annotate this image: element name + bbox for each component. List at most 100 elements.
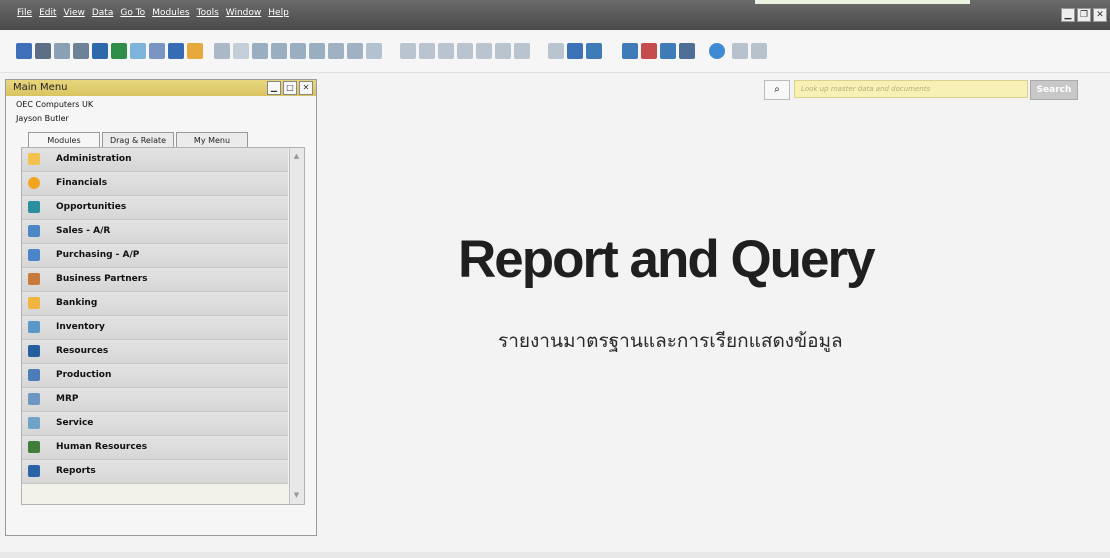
base-document-icon[interactable] (400, 43, 416, 59)
print-icon[interactable] (35, 43, 51, 59)
target-document-icon[interactable] (419, 43, 435, 59)
new-document-icon[interactable] (567, 43, 583, 59)
document-icon[interactable] (130, 43, 146, 59)
edit-document-icon[interactable] (586, 43, 602, 59)
calendar-icon[interactable] (622, 43, 638, 59)
excel-icon[interactable] (111, 43, 127, 59)
gross-profit-icon[interactable] (476, 43, 492, 59)
main-menu-minimize-icon[interactable]: ▁ (267, 81, 281, 95)
module-sales[interactable]: Sales - A/R (22, 220, 288, 244)
save-icon[interactable] (92, 43, 108, 59)
restore-icon[interactable]: ❐ (1077, 8, 1091, 22)
modules-scrollbar[interactable]: ▲ ▼ (289, 148, 304, 504)
page-subheading: รายงานมาตรฐานและการเรียกแสดงข้อมูล (498, 330, 843, 352)
tab-my-menu[interactable]: My Menu (176, 132, 248, 148)
module-mrp[interactable]: MRP (22, 388, 288, 412)
email-icon[interactable] (54, 43, 70, 59)
copy-to-icon[interactable] (457, 43, 473, 59)
module-financials[interactable]: Financials (22, 172, 288, 196)
module-human-resources[interactable]: Human Resources (22, 436, 288, 460)
navigate-icon[interactable] (168, 43, 184, 59)
module-opportunities[interactable]: Opportunities (22, 196, 288, 220)
edit-form-icon[interactable] (548, 43, 564, 59)
reports-icon (28, 465, 40, 477)
previous-record-icon[interactable] (271, 43, 287, 59)
module-label: Resources (56, 346, 109, 356)
menu-view[interactable]: View (64, 8, 85, 18)
transaction-journal-icon[interactable] (495, 43, 511, 59)
module-administration[interactable]: Administration (22, 148, 288, 172)
menu-edit[interactable]: Edit (39, 8, 56, 18)
main-menu-maximize-icon[interactable]: □ (283, 81, 297, 95)
module-label: Reports (56, 466, 96, 476)
tab-drag-relate[interactable]: Drag & Relate (102, 132, 174, 148)
logout-icon[interactable] (751, 43, 767, 59)
status-bar (0, 552, 1110, 558)
settings-icon[interactable] (732, 43, 748, 59)
main-menu-tabs: Modules Drag & Relate My Menu (28, 132, 248, 149)
module-label: Inventory (56, 322, 105, 332)
purchasing-icon (28, 249, 40, 261)
page-heading: Report and Query (458, 230, 876, 289)
scroll-up-icon[interactable]: ▲ (292, 152, 301, 161)
payment-means-icon[interactable] (514, 43, 530, 59)
export-icon[interactable] (73, 43, 89, 59)
user-name: Jayson Butler (16, 114, 69, 123)
module-label: Human Resources (56, 442, 148, 452)
service-icon (28, 417, 40, 429)
help-icon[interactable] (709, 43, 725, 59)
first-record-icon[interactable] (252, 43, 268, 59)
modules-list: Administration Financials Opportunities … (22, 148, 288, 484)
module-banking[interactable]: Banking (22, 292, 288, 316)
refresh-icon[interactable] (328, 43, 344, 59)
module-inventory[interactable]: Inventory (22, 316, 288, 340)
module-label: Sales - A/R (56, 226, 111, 236)
search-button[interactable]: Search (1030, 80, 1078, 100)
module-purchasing[interactable]: Purchasing - A/P (22, 244, 288, 268)
last-record-icon[interactable] (309, 43, 325, 59)
module-label: Purchasing - A/P (56, 250, 140, 260)
search-input[interactable] (794, 80, 1028, 98)
main-toolbar (0, 30, 1110, 73)
scroll-down-icon[interactable]: ▼ (292, 491, 301, 500)
modules-list-container: Administration Financials Opportunities … (21, 147, 305, 505)
main-menu-panel: Main Menu ▁ □ ✕ OEC Computers UK Jayson … (5, 79, 317, 536)
module-label: Production (56, 370, 112, 380)
preview-icon[interactable] (16, 43, 32, 59)
search-scope-dropdown[interactable]: ⌕ (764, 80, 790, 100)
menu-window[interactable]: Window (226, 8, 262, 18)
module-resources[interactable]: Resources (22, 340, 288, 364)
close-icon[interactable]: ✕ (1093, 8, 1107, 22)
filter-icon[interactable] (347, 43, 363, 59)
module-label: Financials (56, 178, 108, 188)
menu-help[interactable]: Help (268, 8, 289, 18)
menu-file[interactable]: File (17, 8, 32, 18)
minimize-icon[interactable]: ▁ (1061, 8, 1075, 22)
sort-icon[interactable] (366, 43, 382, 59)
menu-goto[interactable]: Go To (120, 8, 145, 18)
module-label: Service (56, 418, 94, 428)
calculator-icon[interactable] (660, 43, 676, 59)
resources-icon (28, 345, 40, 357)
menu-modules[interactable]: Modules (152, 8, 189, 18)
find-icon[interactable] (214, 43, 230, 59)
main-menu-titlebar[interactable]: Main Menu ▁ □ ✕ (6, 80, 316, 96)
main-menu-window-controls: ▁ □ ✕ (267, 81, 313, 95)
add-icon[interactable] (233, 43, 249, 59)
module-production[interactable]: Production (22, 364, 288, 388)
module-business-partners[interactable]: Business Partners (22, 268, 288, 292)
lock-icon[interactable] (187, 43, 203, 59)
menu-data[interactable]: Data (92, 8, 114, 18)
company-name: OEC Computers UK (16, 100, 94, 109)
module-reports[interactable]: Reports (22, 460, 288, 484)
menu-tools[interactable]: Tools (197, 8, 219, 18)
messages-icon[interactable] (641, 43, 657, 59)
organization-icon[interactable] (679, 43, 695, 59)
copy-from-icon[interactable] (438, 43, 454, 59)
business-partners-icon (28, 273, 40, 285)
window-controls: ▁ ❐ ✕ (1061, 8, 1107, 22)
main-menu-close-icon[interactable]: ✕ (299, 81, 313, 95)
next-record-icon[interactable] (290, 43, 306, 59)
pdf-icon[interactable] (149, 43, 165, 59)
module-service[interactable]: Service (22, 412, 288, 436)
